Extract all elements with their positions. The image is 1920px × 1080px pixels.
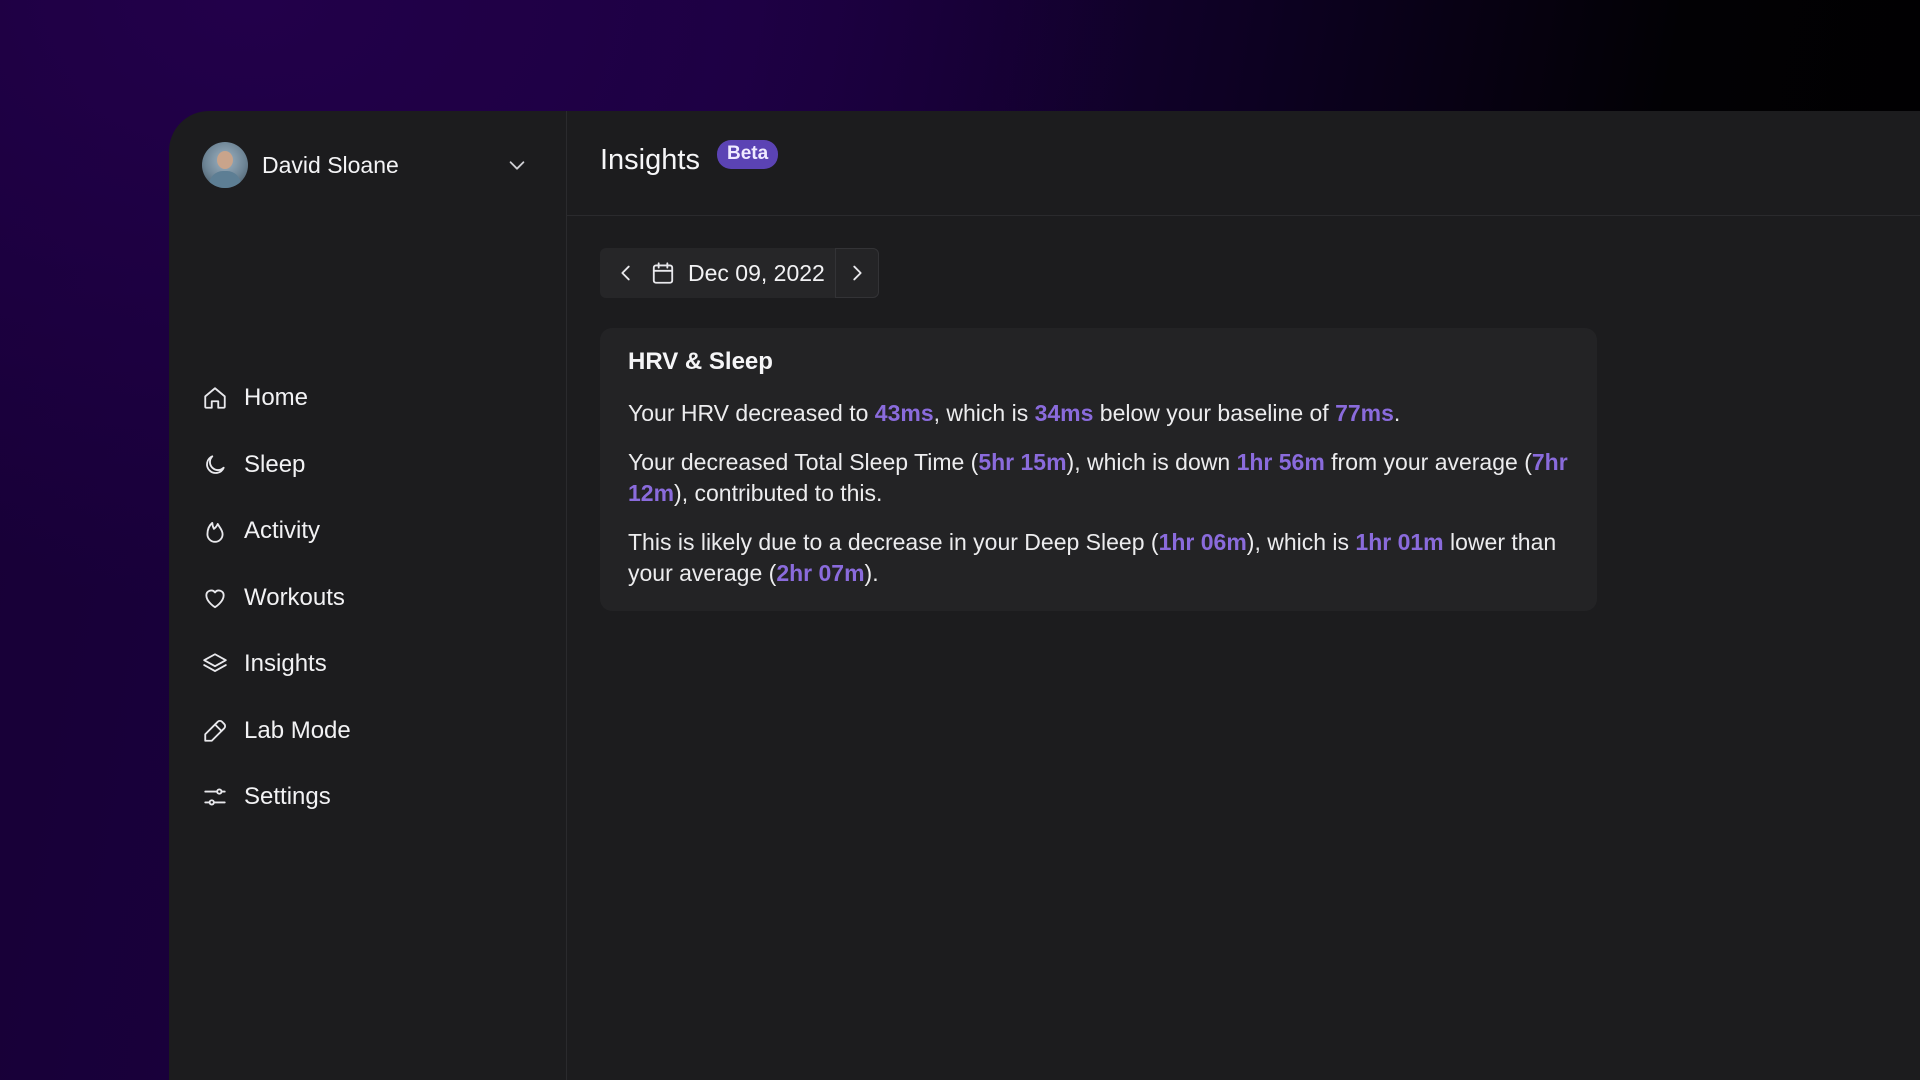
card-title: HRV & Sleep [628, 348, 773, 375]
sidebar-nav: Home Sleep Activity Workouts Insights La… [202, 381, 351, 847]
sidebar-item-sleep[interactable]: Sleep [202, 448, 351, 482]
calendar-icon [652, 262, 674, 284]
sidebar-item-label: Activity [244, 517, 321, 544]
hrv-difference: 34ms [1034, 400, 1094, 426]
previous-day-button[interactable] [608, 248, 644, 298]
heart-icon [205, 589, 225, 608]
sliders-icon [204, 788, 226, 806]
text-segment: Your HRV decreased to [628, 400, 875, 426]
chevron-left-icon [621, 265, 630, 281]
sidebar-item-label: Sleep [244, 450, 306, 478]
home-icon [204, 387, 226, 409]
current-date: Dec 09, 2022 [688, 259, 825, 286]
insight-card: HRV & Sleep Your HRV decreased to 43ms, … [600, 328, 1597, 611]
text-segment: Your decreased Total Sleep Time ( [628, 449, 979, 475]
sidebar-item-label: Workouts [244, 583, 345, 611]
text-segment: ), contributed to this. [674, 480, 883, 506]
sidebar-item-workouts[interactable]: Workouts [202, 581, 351, 615]
hrv-value: 43ms [874, 400, 934, 426]
sleep-time-paragraph: Your decreased Total Sleep Time (5hr 15m… [628, 447, 1569, 509]
sidebar-item-home[interactable]: Home [202, 381, 351, 415]
next-day-button[interactable] [834, 248, 879, 298]
date-navigator: Dec 09, 2022 [600, 248, 879, 298]
text-segment: below your baseline of [1093, 400, 1336, 426]
page-title: Insights [600, 144, 700, 176]
sidebar-item-insights[interactable]: Insights [202, 647, 351, 681]
beta-badge: Beta [717, 140, 779, 169]
hrv-paragraph: Your HRV decreased to 43ms, which is 34m… [628, 398, 1569, 429]
date-picker[interactable]: Dec 09, 2022 [600, 248, 835, 298]
user-name: David Sloane [262, 151, 399, 178]
text-segment: This is likely due to a decrease in your… [628, 529, 1159, 555]
sidebar-item-label: Home [244, 384, 309, 411]
sidebar-item-lab-mode[interactable]: Lab Mode [202, 714, 351, 748]
header: Insights Beta [567, 111, 1920, 216]
pipette-icon [204, 719, 227, 742]
text-segment: ), which is down [1066, 449, 1237, 475]
sidebar-item-settings[interactable]: Settings [202, 780, 351, 814]
avatar [202, 142, 248, 188]
sidebar-item-label: Lab Mode [244, 716, 351, 744]
deep-sleep-paragraph: This is likely due to a decrease in your… [628, 527, 1569, 589]
sleep-decrease-value: 1hr 56m [1236, 449, 1325, 475]
sidebar-item-label: Settings [244, 783, 331, 810]
deep-sleep-average-value: 2hr 07m [776, 560, 865, 586]
deep-sleep-value: 1hr 06m [1158, 529, 1247, 555]
moon-icon [206, 454, 225, 474]
text-segment: ), which is [1246, 529, 1356, 555]
chevron-down-icon[interactable] [506, 154, 528, 176]
text-segment: , which is [933, 400, 1035, 426]
text-segment: from your average ( [1324, 449, 1532, 475]
app-window: David Sloane Home Sleep Activity Workout… [169, 111, 1920, 1080]
sidebar-item-label: Insights [244, 650, 327, 677]
hrv-baseline: 77ms [1335, 400, 1394, 426]
user-menu[interactable]: David Sloane [202, 141, 532, 189]
main-content: Insights Beta Dec 09, 2022 HRV & Sleep Y… [567, 111, 1920, 1080]
text-segment: ). [864, 560, 879, 586]
text-segment: . [1393, 400, 1401, 426]
chevron-right-icon [853, 265, 862, 281]
sidebar: David Sloane Home Sleep Activity Workout… [169, 111, 567, 1080]
layers-icon [203, 653, 227, 672]
sidebar-item-activity[interactable]: Activity [202, 514, 351, 548]
total-sleep-value: 5hr 15m [978, 449, 1067, 475]
flame-icon [206, 521, 224, 543]
deep-sleep-decrease-value: 1hr 01m [1355, 529, 1444, 555]
